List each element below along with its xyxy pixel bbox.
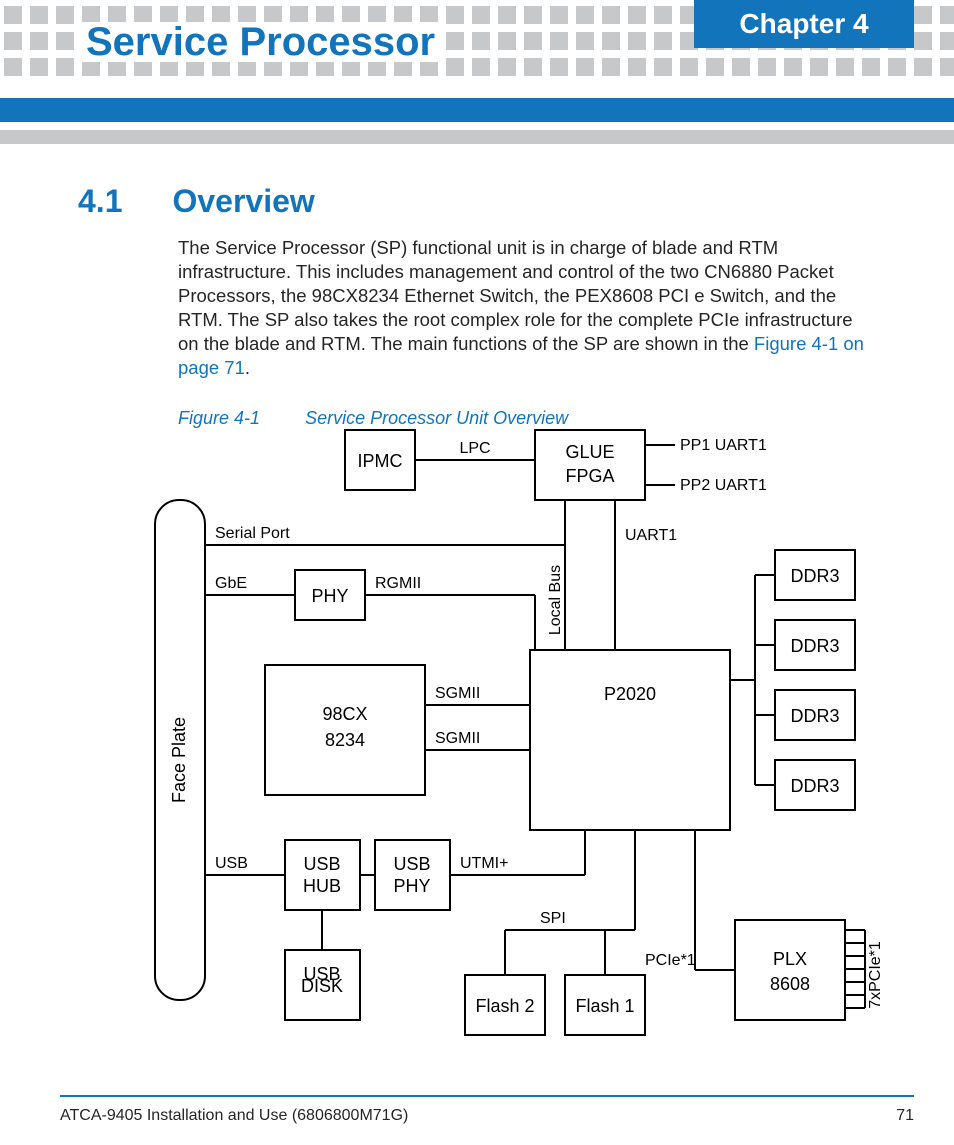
label-plx-2: 8608 (770, 974, 810, 994)
section-heading: 4.1 Overview (78, 183, 878, 220)
label-usb: USB (215, 855, 248, 872)
label-ddr3-1: DDR3 (790, 566, 839, 586)
label-usb-phy-2: PHY (393, 876, 430, 896)
label-pp2-uart: PP2 UART1 (680, 477, 767, 494)
label-7xpcie: 7xPCIe*1 (867, 941, 884, 1009)
block-plx8608 (735, 920, 845, 1020)
header-rule-blue (0, 98, 954, 122)
label-plx-1: PLX (773, 949, 807, 969)
label-phy: PHY (311, 586, 348, 606)
paragraph-text: The Service Processor (SP) functional un… (178, 237, 853, 354)
section-number: 4.1 (78, 183, 122, 220)
page-footer: ATCA-9405 Installation and Use (6806800M… (60, 1107, 914, 1125)
label-sgmii-1: SGMII (435, 685, 480, 702)
paragraph-tail: . (245, 357, 250, 378)
section-paragraph: The Service Processor (SP) functional un… (178, 236, 868, 380)
chapter-tab: Chapter 4 (694, 0, 914, 48)
label-98cx-1: 98CX (322, 704, 367, 724)
figure-diagram: Face Plate IPMC GLUE FPGA PP1 UART1 PP2 … (135, 420, 895, 1070)
label-gbe: GbE (215, 575, 247, 592)
block-usb-phy (375, 840, 450, 910)
block-usb-hub (285, 840, 360, 910)
label-ddr3-2: DDR3 (790, 636, 839, 656)
label-ddr3-4: DDR3 (790, 776, 839, 796)
page-title: Service Processor (78, 22, 443, 62)
header-rule-gray (0, 130, 954, 144)
label-uart1: UART1 (625, 527, 677, 544)
label-serial: Serial Port (215, 525, 290, 542)
label-usb-hub-2: HUB (303, 876, 341, 896)
label-pcie-x1: PCIe*1 (645, 952, 696, 969)
label-lpc: LPC (459, 440, 490, 457)
label-spi: SPI (540, 910, 566, 927)
label-glue-fpga-2: FPGA (565, 466, 614, 486)
footer-doc-id: ATCA-9405 Installation and Use (6806800M… (60, 1107, 408, 1125)
label-sgmii-2: SGMII (435, 730, 480, 747)
label-98cx-2: 8234 (325, 730, 365, 750)
label-ipmc: IPMC (358, 451, 403, 471)
label-glue-fpga-1: GLUE (565, 442, 614, 462)
label-face-plate: Face Plate (169, 717, 189, 803)
label-ddr3-3: DDR3 (790, 706, 839, 726)
label-usb-phy-1: USB (393, 854, 430, 874)
label-usb-hub-1: USB (303, 854, 340, 874)
block-p2020 (530, 650, 730, 830)
label-rgmii: RGMII (375, 575, 421, 592)
label-flash2: Flash 2 (475, 996, 534, 1016)
label-flash1: Flash 1 (575, 996, 634, 1016)
label-usb-disk-2: DISK (301, 976, 343, 996)
label-utmi: UTMI+ (460, 855, 508, 872)
footer-page-number: 71 (896, 1107, 914, 1125)
section-overview: 4.1 Overview The Service Processor (SP) … (78, 183, 878, 429)
footer-rule (60, 1095, 914, 1097)
label-pp1-uart: PP1 UART1 (680, 437, 767, 454)
label-p2020: P2020 (604, 684, 656, 704)
block-glue-fpga (535, 430, 645, 500)
label-local-bus: Local Bus (547, 565, 564, 635)
section-title: Overview (172, 183, 314, 220)
